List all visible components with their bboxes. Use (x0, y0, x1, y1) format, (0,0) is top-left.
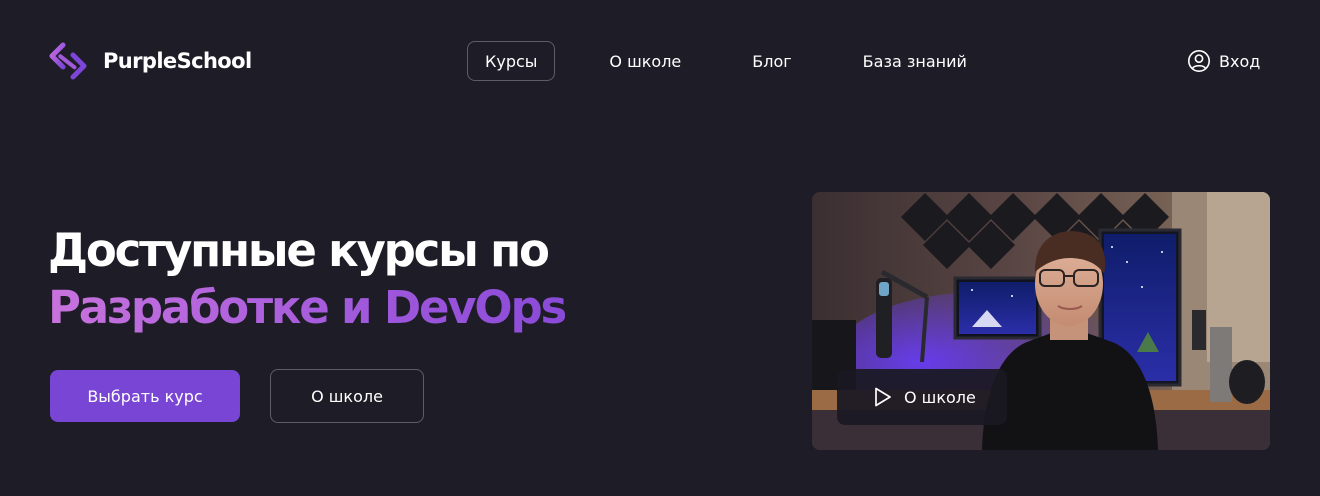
logo-icon (49, 42, 87, 80)
choose-course-button[interactable]: Выбрать курс (50, 370, 240, 422)
nav-item-courses[interactable]: Курсы (467, 41, 556, 81)
login-button[interactable]: Вход (1187, 48, 1260, 74)
hero-title-line1: Доступные курсы по (48, 224, 550, 277)
play-icon (870, 385, 894, 409)
video-play-label: О школе (904, 387, 976, 407)
logo-link[interactable]: PurpleSchool (49, 42, 252, 80)
about-school-button[interactable]: О школе (270, 369, 424, 423)
user-circle-icon (1187, 49, 1211, 73)
nav-item-about[interactable]: О школе (609, 41, 681, 81)
hero-title-line2: Разработке и DevOps (48, 281, 567, 334)
nav-item-blog[interactable]: Блог (752, 41, 791, 81)
nav-item-knowledge-base[interactable]: База знаний (863, 41, 967, 81)
logo-text: PurpleSchool (103, 49, 252, 73)
video-preview[interactable]: О школе (812, 192, 1270, 450)
main-nav: Курсы О школе Блог База знаний (467, 41, 967, 81)
login-label: Вход (1219, 51, 1261, 71)
video-play-button[interactable]: О школе (837, 369, 1007, 425)
hero-title: Доступные курсы по Разработке и DevOps (48, 222, 567, 336)
